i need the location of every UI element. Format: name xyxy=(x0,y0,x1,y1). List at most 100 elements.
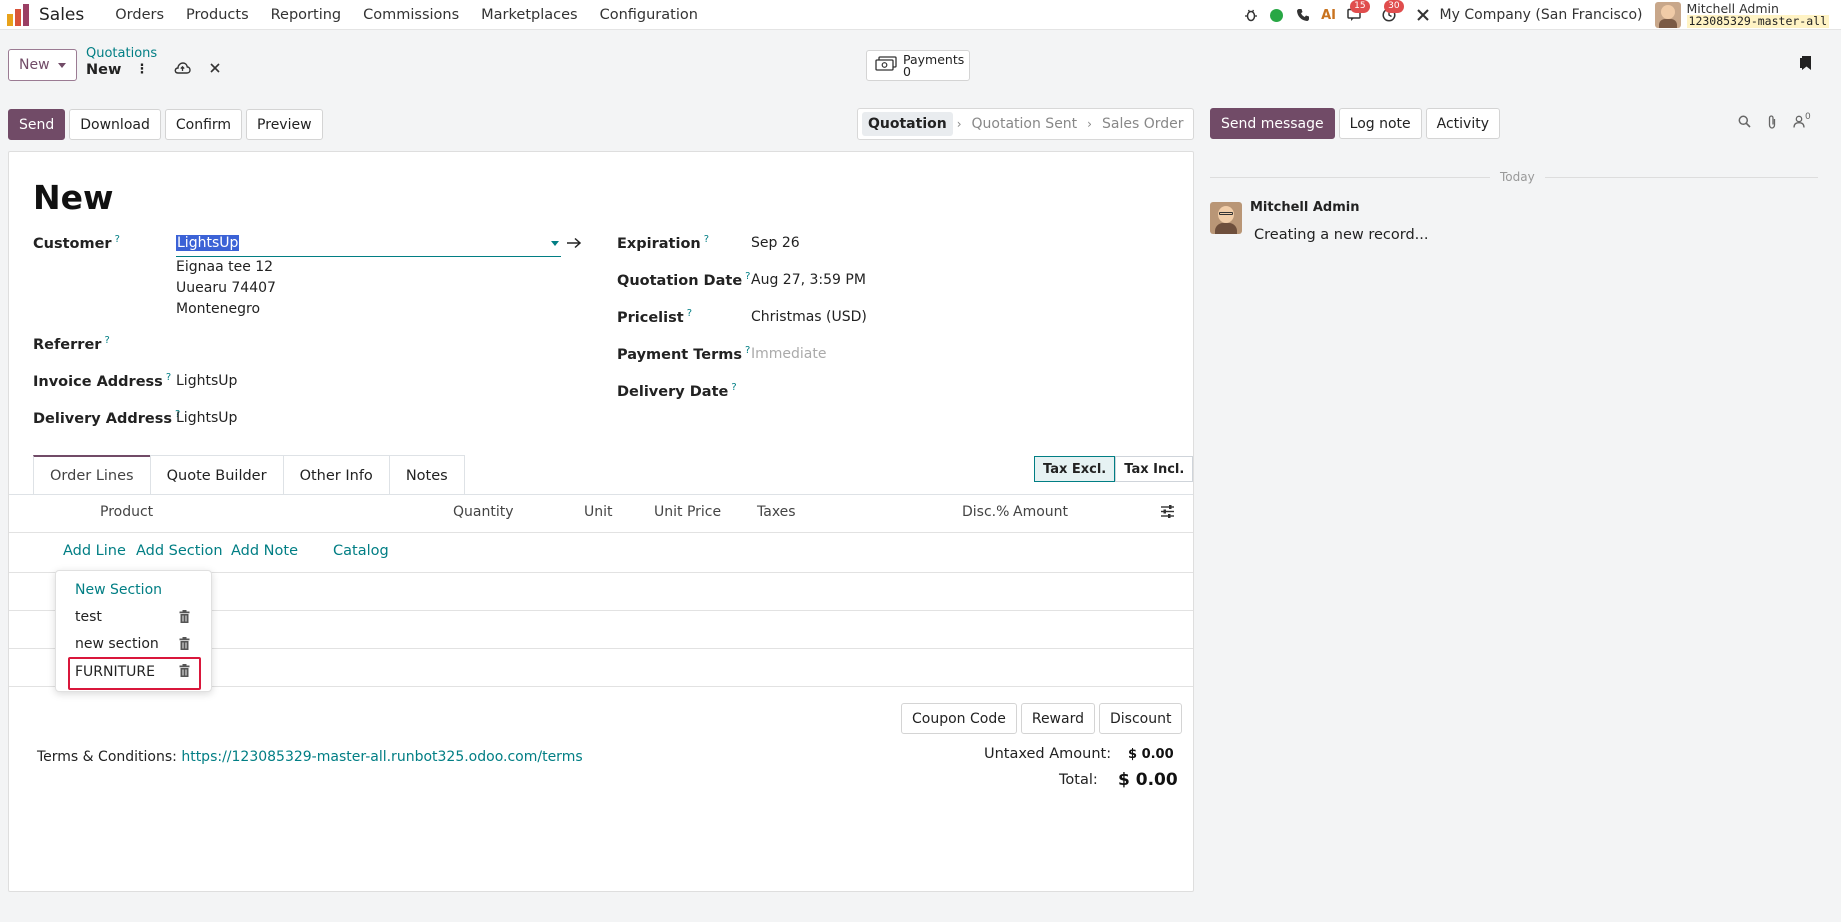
send-button[interactable]: Send xyxy=(8,109,66,140)
column-quantity[interactable]: Quantity xyxy=(453,504,514,520)
followers-count: 0 xyxy=(1805,112,1811,122)
caret-down-icon[interactable] xyxy=(551,241,559,246)
address-line-3: Montenegro xyxy=(176,301,261,317)
help-tooltip-icon[interactable]: ? xyxy=(115,234,120,245)
stage-quotation-sent[interactable]: Quotation Sent xyxy=(966,116,1084,132)
message-author[interactable]: Mitchell Admin xyxy=(1250,200,1359,215)
column-taxes[interactable]: Taxes xyxy=(757,504,796,520)
user-menu[interactable]: Mitchell Admin 123085329-master-all xyxy=(1686,2,1829,28)
trash-icon[interactable] xyxy=(179,664,190,681)
optional-columns-sliders-icon[interactable] xyxy=(1160,505,1175,522)
breadcrumb-quotations[interactable]: Quotations xyxy=(86,46,157,62)
tab-order-lines[interactable]: Order Lines xyxy=(33,455,151,495)
add-section-link[interactable]: Add Section xyxy=(136,543,223,559)
customer-input[interactable]: LightsUp xyxy=(176,233,561,257)
quotation-date-field[interactable]: Aug 27, 3:59 PM xyxy=(751,272,866,288)
referrer-label: Referrer? xyxy=(33,335,110,353)
phone-icon[interactable] xyxy=(1290,0,1316,30)
presence-status-icon[interactable] xyxy=(1264,0,1290,30)
help-tooltip-icon[interactable]: ? xyxy=(704,234,709,245)
menu-commissions[interactable]: Commissions xyxy=(352,7,470,23)
kebab-menu-icon[interactable]: ⋮ xyxy=(135,62,148,78)
new-button-label: New xyxy=(19,57,50,73)
add-line-link[interactable]: Add Line xyxy=(63,543,126,559)
column-discount[interactable]: Disc.% xyxy=(962,504,1009,520)
column-amount[interactable]: Amount xyxy=(1013,504,1068,520)
log-note-button[interactable]: Log note xyxy=(1338,108,1422,139)
tax-excluded-button[interactable]: Tax Excl. xyxy=(1034,456,1116,482)
reward-button[interactable]: Reward xyxy=(1020,703,1095,734)
stage-quotation[interactable]: Quotation xyxy=(862,112,953,136)
company-switcher[interactable]: My Company (San Francisco) xyxy=(1440,7,1643,23)
catalog-link[interactable]: Catalog xyxy=(333,543,389,559)
terms-link[interactable]: https://123085329-master-all.runbot325.o… xyxy=(181,749,582,765)
help-tooltip-icon[interactable]: ? xyxy=(104,335,109,346)
menu-configuration[interactable]: Configuration xyxy=(589,7,709,23)
discard-close-icon[interactable] xyxy=(209,60,221,78)
trash-icon[interactable] xyxy=(179,610,190,627)
cloud-save-icon[interactable] xyxy=(174,60,191,78)
table-header-divider xyxy=(9,532,1193,533)
column-unit[interactable]: Unit xyxy=(584,504,613,520)
customer-label: Customer? xyxy=(33,234,120,252)
send-message-button[interactable]: Send message xyxy=(1210,108,1335,139)
confirm-button[interactable]: Confirm xyxy=(164,109,243,140)
followers-icon[interactable]: 0 xyxy=(1793,112,1811,133)
dropdown-new-section[interactable]: New Section xyxy=(75,582,162,598)
help-tooltip-icon[interactable]: ? xyxy=(166,372,171,383)
menu-products[interactable]: Products xyxy=(175,7,260,23)
new-dropdown-button[interactable]: New xyxy=(8,49,77,81)
tab-notes[interactable]: Notes xyxy=(388,455,465,495)
user-avatar[interactable] xyxy=(1654,2,1681,28)
pricelist-field[interactable]: Christmas (USD) xyxy=(751,309,867,325)
column-unit-price[interactable]: Unit Price xyxy=(654,504,721,520)
help-tooltip-icon[interactable]: ? xyxy=(745,345,750,356)
activity-button[interactable]: Activity xyxy=(1425,108,1500,139)
money-icon xyxy=(875,56,897,75)
help-tooltip-icon[interactable]: ? xyxy=(687,308,692,319)
author-avatar[interactable] xyxy=(1210,202,1242,234)
dropdown-section-furniture[interactable]: FURNITURE xyxy=(75,664,155,680)
add-note-link[interactable]: Add Note xyxy=(231,543,298,559)
preview-button[interactable]: Preview xyxy=(246,109,323,140)
stage-sales-order[interactable]: Sales Order xyxy=(1096,116,1190,132)
help-tooltip-icon[interactable]: ? xyxy=(745,271,750,282)
sales-app-logo-icon[interactable] xyxy=(7,3,31,26)
chevron-right-icon: › xyxy=(1087,117,1092,131)
untaxed-amount-value: $ 0.00 xyxy=(1128,747,1174,762)
payment-terms-field[interactable]: Immediate xyxy=(751,346,826,362)
tab-quote-builder[interactable]: Quote Builder xyxy=(149,455,284,495)
delivery-address-label: Delivery Address? xyxy=(33,409,181,427)
bookmark-icon[interactable] xyxy=(1799,55,1813,75)
expiration-field[interactable]: Sep 26 xyxy=(751,235,800,251)
address-line-1: Eignaa tee 12 xyxy=(176,259,274,275)
help-tooltip-icon[interactable]: ? xyxy=(731,382,736,393)
total-label: Total: xyxy=(1059,772,1098,788)
tab-other-info[interactable]: Other Info xyxy=(282,455,390,495)
download-button[interactable]: Download xyxy=(69,109,161,140)
dropdown-section-test[interactable]: test xyxy=(75,609,102,625)
internal-link-arrow-icon[interactable] xyxy=(566,234,582,253)
discount-button[interactable]: Discount xyxy=(1098,703,1183,734)
paperclip-icon[interactable] xyxy=(1767,115,1777,133)
activities-clock-icon[interactable]: 30 xyxy=(1376,0,1404,30)
delivery-address-field[interactable]: LightsUp xyxy=(176,410,237,426)
menu-reporting[interactable]: Reporting xyxy=(260,7,353,23)
column-product[interactable]: Product xyxy=(100,504,153,520)
menu-orders[interactable]: Orders xyxy=(104,7,175,23)
trash-icon[interactable] xyxy=(179,637,190,654)
search-icon[interactable] xyxy=(1738,115,1751,133)
messages-icon[interactable]: 15 xyxy=(1342,0,1370,30)
menu-marketplaces[interactable]: Marketplaces xyxy=(470,7,588,23)
dropdown-section-new-section[interactable]: new section xyxy=(75,636,159,652)
debug-bug-icon[interactable] xyxy=(1238,0,1264,30)
coupon-code-button[interactable]: Coupon Code xyxy=(901,703,1017,734)
invoice-address-field[interactable]: LightsUp xyxy=(176,373,237,389)
payments-smart-button[interactable]: Payments 0 xyxy=(866,50,970,81)
tax-included-button[interactable]: Tax Incl. xyxy=(1115,456,1194,482)
terms-and-conditions: Terms & Conditions: https://123085329-ma… xyxy=(37,749,583,765)
app-name[interactable]: Sales xyxy=(39,5,84,25)
ai-assistant-icon[interactable]: AI xyxy=(1316,0,1342,30)
untaxed-amount-label: Untaxed Amount: xyxy=(984,746,1112,762)
tools-icon[interactable] xyxy=(1410,0,1436,30)
